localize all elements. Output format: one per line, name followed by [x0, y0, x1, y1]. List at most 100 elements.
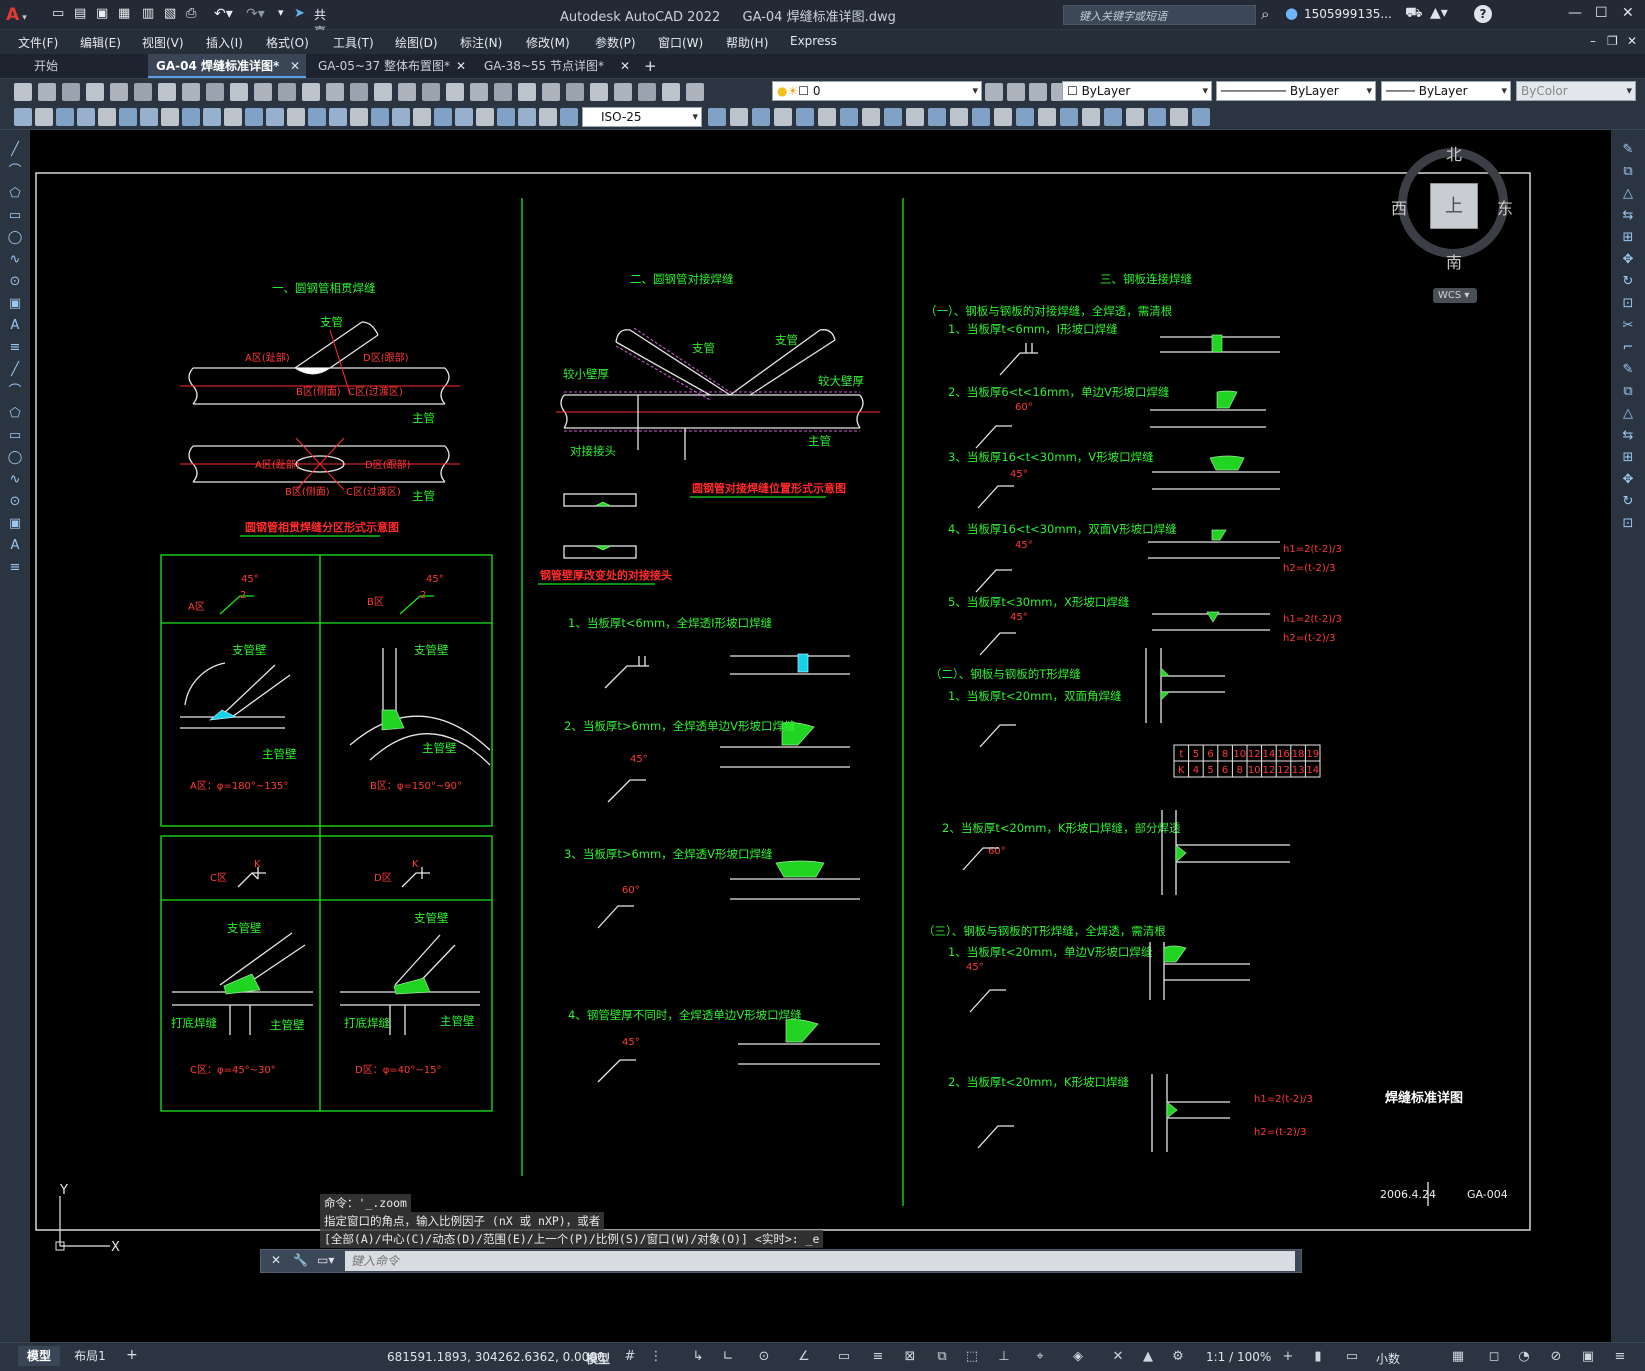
dimension-tool-icon[interactable] [224, 108, 242, 126]
status-toggle-icon[interactable]: ▮ [1310, 1349, 1326, 1365]
status-toggle-icon[interactable]: ≡ [1612, 1349, 1628, 1365]
drawing-canvas[interactable]: .g{stroke:#19e619;fill:none;stroke-width… [30, 130, 1611, 1342]
publish-icon[interactable]: ▥ [142, 6, 154, 21]
menu-tools[interactable]: 工具(T) [333, 34, 374, 51]
dimension-tool-icon[interactable] [203, 108, 221, 126]
menu-file[interactable]: 文件(F) [18, 34, 58, 51]
print-icon[interactable]: ⎙ [186, 6, 196, 21]
doc-restore-icon[interactable]: ❐ [1607, 34, 1618, 48]
modify-tool-icon[interactable]: ⊡ [1620, 296, 1636, 312]
dimension-tool-icon[interactable] [308, 108, 326, 126]
draw-tool-icon[interactable]: ⊙ [7, 274, 23, 290]
status-toggle-icon[interactable]: ⊙ [756, 1349, 772, 1365]
standard-tool-icon[interactable] [686, 83, 704, 101]
tab-layout1[interactable]: 布局1 [66, 1346, 114, 1366]
doc-close-icon[interactable]: ✕ [1627, 34, 1637, 48]
save-icon[interactable]: ▣ [96, 6, 108, 21]
standard-tool-icon[interactable] [302, 83, 320, 101]
standard-tool-icon[interactable] [62, 83, 80, 101]
layer-tool-icon[interactable] [1007, 83, 1025, 101]
modify-tool-icon[interactable]: ⊞ [1620, 230, 1636, 246]
status-toggle-icon[interactable]: ⊘ [1548, 1349, 1564, 1365]
standard-tool-icon[interactable] [398, 83, 416, 101]
modify-tool-icon[interactable]: ↻ [1620, 494, 1636, 510]
status-toggle-icon[interactable]: ⌖ [1032, 1349, 1048, 1365]
draw-tool-icon[interactable]: ⌒ [7, 384, 23, 400]
menu-format[interactable]: 格式(O) [266, 34, 309, 51]
modify-tool-icon[interactable]: ✥ [1620, 252, 1636, 268]
dimension-tool-icon[interactable] [371, 108, 389, 126]
standard-tool-icon[interactable] [158, 83, 176, 101]
modify-tool-icon[interactable] [1038, 108, 1056, 126]
dimension-tool-icon[interactable] [539, 108, 557, 126]
standard-tool-icon[interactable] [422, 83, 440, 101]
standard-tool-icon[interactable] [206, 83, 224, 101]
modify-tool-icon[interactable] [1104, 108, 1122, 126]
linetype-dropdown[interactable]: ───────── ByLayer [1216, 81, 1376, 101]
status-toggle-icon[interactable]: ⬚ [964, 1349, 980, 1365]
standard-tool-icon[interactable] [254, 83, 272, 101]
layer-dropdown[interactable]: ●☀☐ 0 [772, 81, 982, 101]
modify-tool-icon[interactable]: ⧉ [1620, 164, 1636, 180]
status-toggle-icon[interactable]: ≡ [870, 1349, 886, 1365]
status-toggle-icon[interactable]: ▭ [836, 1349, 852, 1365]
draw-tool-icon[interactable]: ≡ [7, 340, 23, 356]
status-toggle-icon[interactable]: ✕ [1110, 1349, 1126, 1365]
standard-tool-icon[interactable] [638, 83, 656, 101]
dimension-tool-icon[interactable] [497, 108, 515, 126]
open-icon[interactable]: ▤ [74, 6, 86, 21]
status-toggle-icon[interactable]: ◈ [1070, 1349, 1086, 1365]
menu-draw[interactable]: 绘图(D) [395, 34, 438, 51]
autodesk-app-icon[interactable]: ▲▾ [1430, 5, 1448, 21]
dimension-tool-icon[interactable] [182, 108, 200, 126]
menu-modify[interactable]: 修改(M) [526, 34, 570, 51]
standard-tool-icon[interactable] [518, 83, 536, 101]
modify-tool-icon[interactable] [818, 108, 836, 126]
draw-tool-icon[interactable]: ⬠ [7, 406, 23, 422]
modify-tool-icon[interactable]: ✂ [1620, 318, 1636, 334]
draw-tool-icon[interactable]: ▭ [7, 428, 23, 444]
tab-ga-38-55[interactable]: GA-38~55 节点详图* ✕ [476, 54, 636, 78]
tab-start[interactable]: 开始 [26, 54, 142, 78]
layer-tool-icon[interactable] [1029, 83, 1047, 101]
modify-tool-icon[interactable] [950, 108, 968, 126]
status-toggle-icon[interactable]: ◻ [1486, 1349, 1502, 1365]
menu-help[interactable]: 帮助(H) [726, 34, 768, 51]
plot-preview-icon[interactable]: ▧ [164, 6, 176, 21]
modify-tool-icon[interactable]: ↻ [1620, 274, 1636, 290]
layer-tool-icon[interactable] [985, 83, 1003, 101]
plotstyle-dropdown[interactable]: ByColor [1516, 81, 1636, 101]
modify-tool-icon[interactable] [1060, 108, 1078, 126]
standard-tool-icon[interactable] [590, 83, 608, 101]
modify-tool-icon[interactable] [1016, 108, 1034, 126]
command-close-icon[interactable]: ✕ [271, 1253, 281, 1267]
menu-express[interactable]: Express [790, 34, 837, 48]
space-toggle[interactable]: 模型 [586, 1350, 610, 1367]
dimension-tool-icon[interactable] [287, 108, 305, 126]
menu-edit[interactable]: 编辑(E) [80, 34, 121, 51]
menu-insert[interactable]: 插入(I) [206, 34, 243, 51]
dimension-tool-icon[interactable] [56, 108, 74, 126]
draw-tool-icon[interactable]: ▣ [7, 516, 23, 532]
dimension-tool-icon[interactable] [560, 108, 578, 126]
standard-tool-icon[interactable] [14, 83, 32, 101]
tab-model[interactable]: 模型 [18, 1346, 60, 1366]
status-toggle-icon[interactable]: ⊥ [996, 1349, 1012, 1365]
modify-tool-icon[interactable]: ⇆ [1620, 428, 1636, 444]
standard-tool-icon[interactable] [134, 83, 152, 101]
standard-tool-icon[interactable] [374, 83, 392, 101]
color-dropdown[interactable]: ☐ ByLayer [1062, 81, 1212, 101]
search-icon[interactable]: ⌕ [1261, 5, 1269, 23]
viewcube-south[interactable]: 南 [1446, 249, 1462, 273]
draw-tool-icon[interactable]: A [7, 318, 23, 334]
dimension-tool-icon[interactable] [35, 108, 53, 126]
dimension-tool-icon[interactable] [392, 108, 410, 126]
modify-tool-icon[interactable]: ⊡ [1620, 516, 1636, 532]
dimension-tool-icon[interactable] [455, 108, 473, 126]
maximize-icon[interactable]: ☐ [1595, 5, 1608, 21]
cart-icon[interactable]: ⛟ [1405, 5, 1423, 23]
app-menu-button[interactable]: A ▾ [6, 4, 38, 26]
dimension-tool-icon[interactable] [266, 108, 284, 126]
new-icon[interactable]: ▭ [52, 6, 64, 21]
viewcube-north[interactable]: 北 [1446, 141, 1462, 165]
